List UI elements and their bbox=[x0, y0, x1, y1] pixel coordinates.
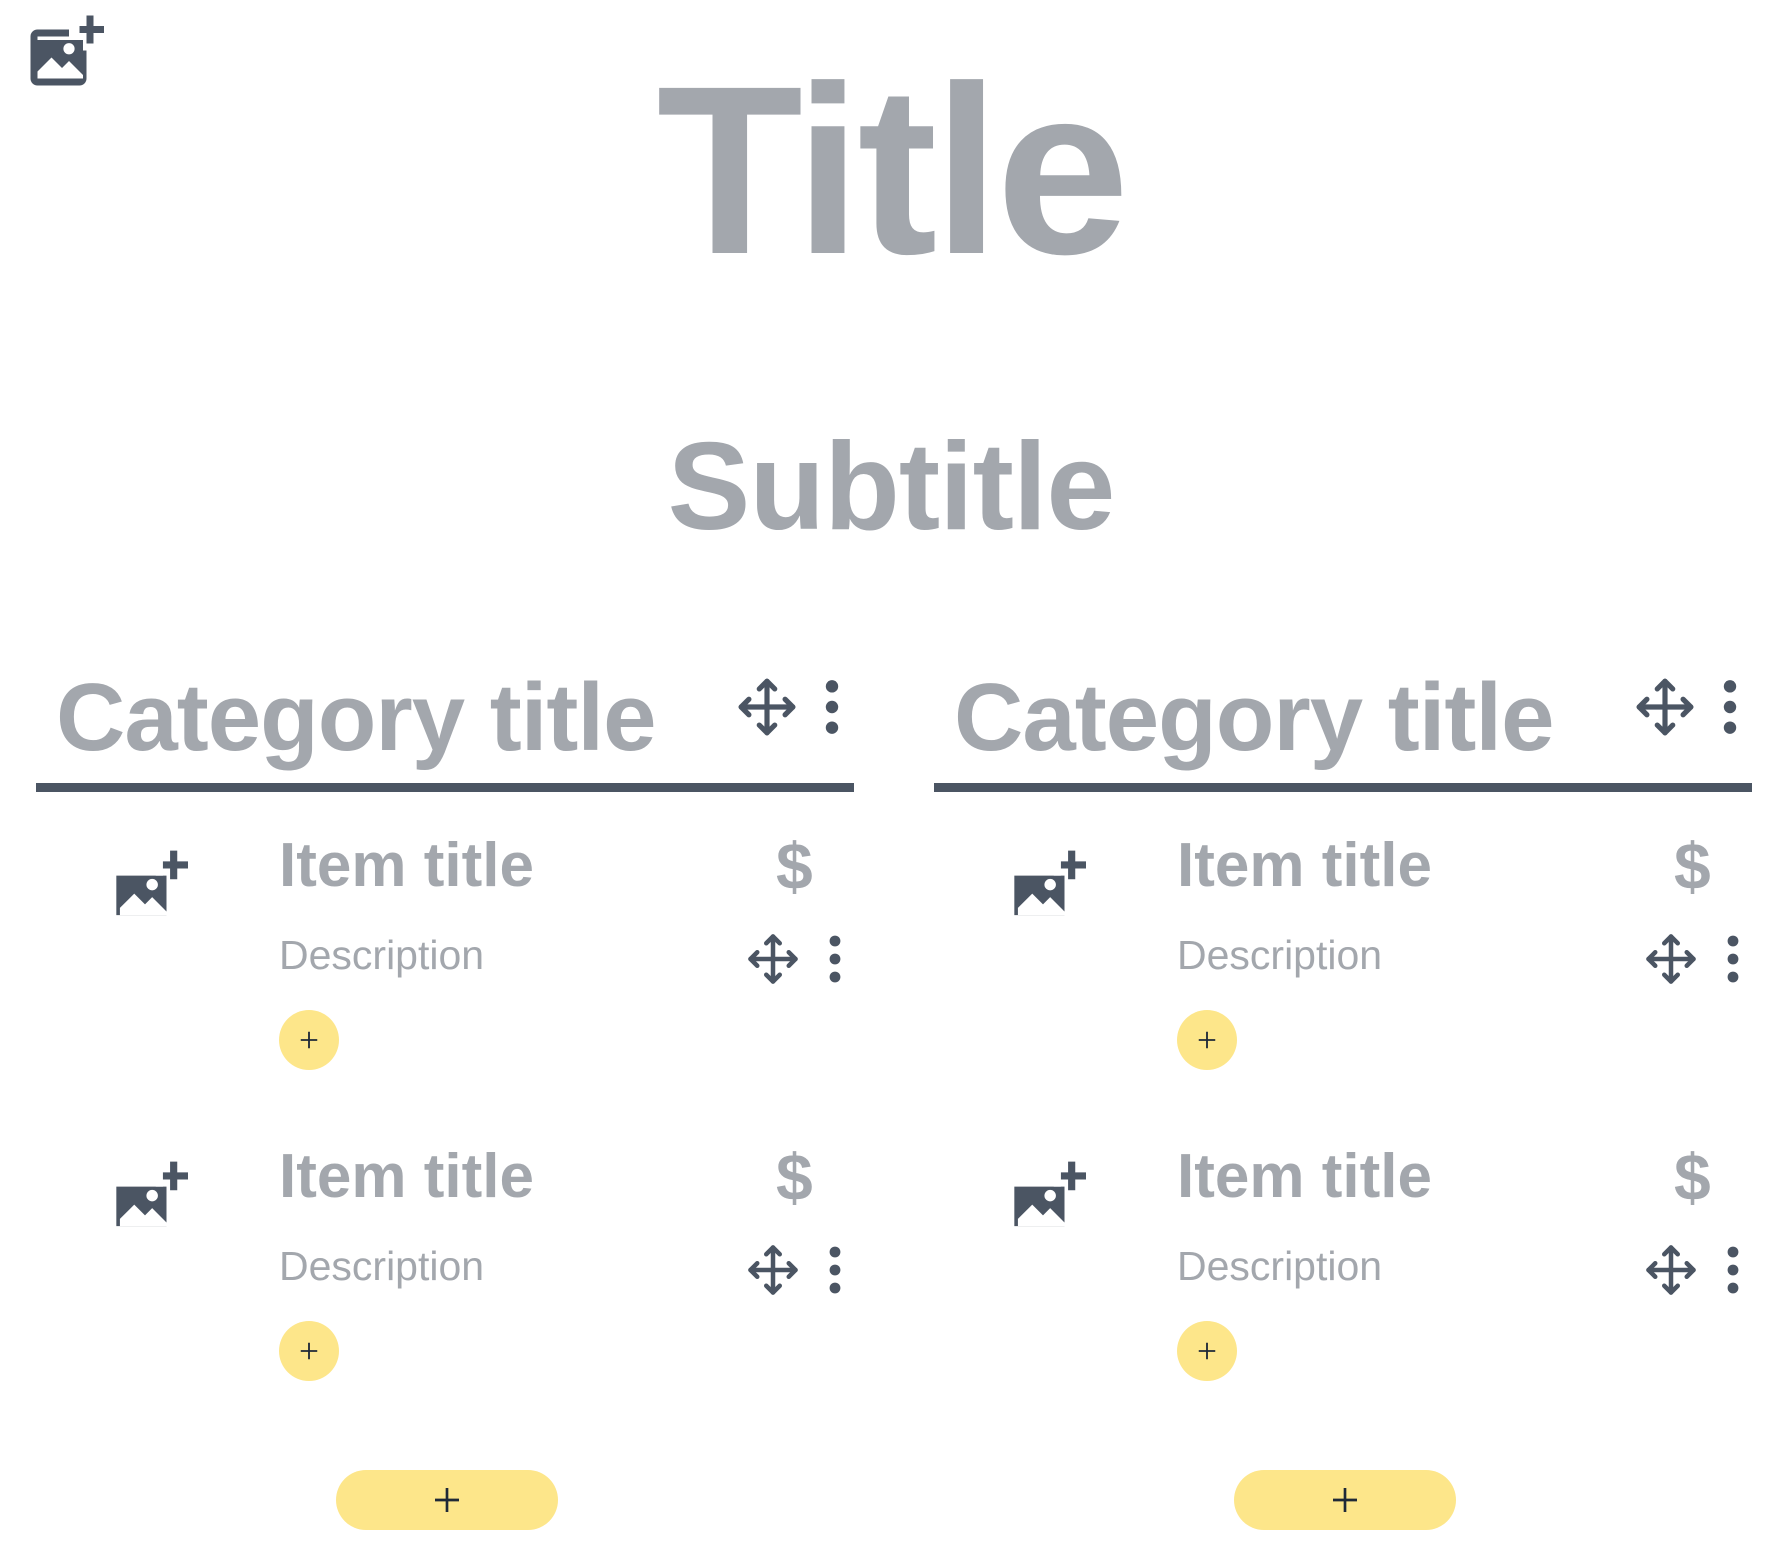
more-vertical-icon[interactable] bbox=[825, 1243, 845, 1297]
add-item-option-button[interactable] bbox=[279, 1010, 339, 1070]
plus-icon bbox=[1198, 1342, 1216, 1360]
item-price[interactable]: $ bbox=[776, 1144, 813, 1210]
add-item-button[interactable] bbox=[1234, 1470, 1456, 1530]
add-item-image-icon[interactable] bbox=[102, 847, 188, 933]
item-price[interactable]: $ bbox=[1674, 833, 1711, 899]
page-subtitle[interactable]: Subtitle bbox=[0, 425, 1782, 549]
move-icon[interactable] bbox=[1634, 676, 1696, 738]
move-icon[interactable] bbox=[746, 932, 800, 986]
menu-item: Item title $ Description bbox=[36, 825, 854, 1125]
more-vertical-icon[interactable] bbox=[1723, 932, 1743, 986]
move-icon[interactable] bbox=[1644, 1243, 1698, 1297]
category-title[interactable]: Category title bbox=[954, 670, 1554, 766]
add-item-image-icon[interactable] bbox=[1000, 847, 1086, 933]
add-item-option-button[interactable] bbox=[1177, 1321, 1237, 1381]
plus-icon bbox=[435, 1488, 459, 1512]
more-vertical-icon[interactable] bbox=[1718, 676, 1742, 738]
category-header: Category title bbox=[934, 650, 1752, 792]
item-price[interactable]: $ bbox=[776, 833, 813, 899]
more-vertical-icon[interactable] bbox=[825, 932, 845, 986]
item-title[interactable]: Item title bbox=[279, 835, 534, 897]
item-title[interactable]: Item title bbox=[1177, 1146, 1432, 1208]
move-icon[interactable] bbox=[746, 1243, 800, 1297]
menu-item: Item title $ Description bbox=[36, 1136, 854, 1436]
menu-item: Item title $ Description bbox=[934, 1136, 1752, 1436]
move-icon[interactable] bbox=[736, 676, 798, 738]
move-icon[interactable] bbox=[1644, 932, 1698, 986]
plus-icon bbox=[1198, 1031, 1216, 1049]
more-vertical-icon[interactable] bbox=[1723, 1243, 1743, 1297]
item-price[interactable]: $ bbox=[1674, 1144, 1711, 1210]
item-description[interactable]: Description bbox=[279, 935, 484, 976]
add-item-option-button[interactable] bbox=[1177, 1010, 1237, 1070]
category-section: Category title Item title $ Description … bbox=[36, 650, 854, 1530]
item-title[interactable]: Item title bbox=[1177, 835, 1432, 897]
add-item-button[interactable] bbox=[336, 1470, 558, 1530]
item-title[interactable]: Item title bbox=[279, 1146, 534, 1208]
category-section: Category title Item title $ Description … bbox=[934, 650, 1752, 1530]
item-description[interactable]: Description bbox=[1177, 935, 1382, 976]
item-description[interactable]: Description bbox=[279, 1246, 484, 1287]
plus-icon bbox=[300, 1342, 318, 1360]
plus-icon bbox=[1333, 1488, 1357, 1512]
add-item-image-icon[interactable] bbox=[102, 1158, 188, 1244]
category-title[interactable]: Category title bbox=[56, 670, 656, 766]
more-vertical-icon[interactable] bbox=[820, 676, 844, 738]
page-title[interactable]: Title bbox=[0, 50, 1782, 290]
plus-icon bbox=[300, 1031, 318, 1049]
add-item-option-button[interactable] bbox=[279, 1321, 339, 1381]
menu-item: Item title $ Description bbox=[934, 825, 1752, 1125]
item-description[interactable]: Description bbox=[1177, 1246, 1382, 1287]
category-header: Category title bbox=[36, 650, 854, 792]
menu-editor-page: Title Subtitle Category title Item title… bbox=[0, 0, 1782, 1564]
add-item-image-icon[interactable] bbox=[1000, 1158, 1086, 1244]
